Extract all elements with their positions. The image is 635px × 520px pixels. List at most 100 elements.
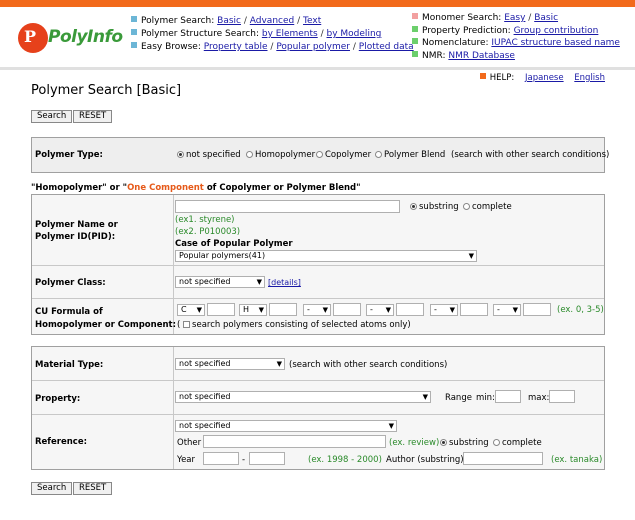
nav-monomer-search: Monomer Search: Easy / Basic [412, 12, 620, 25]
radio-icon [177, 151, 184, 158]
atom-count-5[interactable] [460, 303, 488, 316]
atom-select-5[interactable]: - ▼ [430, 304, 458, 316]
reference-other-example: (ex. review) [389, 438, 440, 448]
link-property-table[interactable]: Property table [204, 42, 268, 52]
property-section: Material Type: not specified ▼ (search wi… [31, 346, 605, 470]
reference-other-input[interactable] [203, 435, 386, 448]
link-group-contribution[interactable]: Group contribution [514, 26, 599, 36]
polymer-name-input[interactable] [175, 200, 400, 213]
radio-name-substring[interactable]: substring [410, 202, 459, 212]
details-link[interactable]: [details] [268, 278, 301, 287]
row-divider [32, 265, 604, 266]
link-popular-polymer[interactable]: Popular polymer [276, 42, 350, 52]
material-type-select[interactable]: not specified ▼ [175, 358, 285, 370]
logo-mark: P [18, 23, 48, 53]
atoms-only-checkbox[interactable]: ( search polymers consisting of selected… [177, 320, 411, 330]
row-divider [32, 380, 604, 381]
nav-right: Monomer Search: Easy / Basic Property Pr… [412, 12, 620, 62]
radio-icon [246, 151, 253, 158]
link-polymer-basic[interactable]: Basic [217, 16, 241, 26]
checkbox-icon [183, 321, 191, 328]
author-input[interactable] [463, 452, 543, 465]
row-divider [32, 298, 604, 299]
link-polymer-advanced[interactable]: Advanced [250, 16, 294, 26]
chevron-down-icon: ▼ [258, 306, 264, 314]
atom-count-2[interactable] [269, 303, 297, 316]
reset-button-bottom[interactable]: RESET [73, 482, 113, 495]
cu-formula-label-1: CU Formula of [35, 307, 103, 317]
year-example: (ex. 1998 - 2000) [308, 455, 382, 465]
atom-select-1[interactable]: C ▼ [177, 304, 205, 316]
radio-homopolymer[interactable]: Homopolymer [246, 150, 315, 160]
reset-button[interactable]: RESET [73, 110, 113, 123]
search-button-bottom[interactable]: Search [31, 482, 73, 495]
range-max-input[interactable] [549, 390, 575, 403]
atom-count-1[interactable] [207, 303, 235, 316]
link-polymer-text[interactable]: Text [303, 16, 321, 26]
reference-label: Reference: [35, 437, 87, 447]
search-button[interactable]: Search [31, 110, 73, 123]
bullet-icon [131, 42, 137, 48]
atom-count-3[interactable] [333, 303, 361, 316]
range-min-input[interactable] [495, 390, 521, 403]
property-label: Property: [35, 394, 81, 404]
atom-select-3[interactable]: - ▼ [303, 304, 331, 316]
radio-name-complete[interactable]: complete [463, 202, 512, 212]
header-divider [0, 67, 635, 70]
popular-polymer-select[interactable]: Popular polymers(41) ▼ [175, 250, 477, 262]
chevron-down-icon: ▼ [322, 306, 328, 314]
nav-easy-browse: Easy Browse: Property table / Popular po… [131, 41, 414, 54]
chevron-down-icon: ▼ [196, 306, 202, 314]
link-plotted-data[interactable]: Plotted data [359, 42, 414, 52]
atom-count-6[interactable] [523, 303, 551, 316]
chevron-down-icon: ▼ [449, 306, 455, 314]
atom-select-2[interactable]: H ▼ [239, 304, 267, 316]
radio-ref-complete[interactable]: complete [493, 438, 542, 448]
link-monomer-basic[interactable]: Basic [534, 13, 558, 23]
row-divider [32, 414, 604, 415]
atom-select-6[interactable]: - ▼ [493, 304, 521, 316]
popular-polymer-label: Case of Popular Polymer [175, 239, 293, 249]
nav-left: Polymer Search: Basic / Advanced / Text … [131, 15, 414, 54]
nav-polymer-search: Polymer Search: Basic / Advanced / Text [131, 15, 414, 28]
radio-ref-substring[interactable]: substring [440, 438, 489, 448]
material-type-label: Material Type: [35, 360, 104, 370]
polymer-class-select[interactable]: not specified ▼ [175, 276, 265, 288]
radio-polymer-blend[interactable]: Polymer Blend [375, 150, 445, 160]
year-from-input[interactable] [203, 452, 239, 465]
polyinfo-logo[interactable]: P PolyInfo [18, 21, 123, 55]
year-to-input[interactable] [249, 452, 285, 465]
link-nmr-database[interactable]: NMR Database [448, 51, 515, 61]
radio-copolymer[interactable]: Copolymer [316, 150, 371, 160]
nav-nomenclature: Nomenclature: IUPAC structure based name [412, 37, 620, 50]
top-accent-bar [0, 0, 635, 7]
link-by-elements[interactable]: by Elements [262, 29, 318, 39]
nav-structure-search: Polymer Structure Search: by Elements / … [131, 28, 414, 41]
link-iupac[interactable]: IUPAC structure based name [491, 38, 620, 48]
link-japanese[interactable]: Japanese [525, 73, 564, 83]
atom-count-4[interactable] [396, 303, 424, 316]
reference-select[interactable]: not specified ▼ [175, 420, 397, 432]
atom-select-4[interactable]: - ▼ [366, 304, 394, 316]
year-separator: - [242, 455, 246, 465]
bullet-icon [412, 13, 418, 19]
help-icon [479, 73, 486, 79]
link-by-modeling[interactable]: by Modeling [327, 29, 382, 39]
polymer-class-label: Polymer Class: [35, 278, 106, 288]
radio-icon [410, 203, 417, 210]
polymer-name-label-1: Polymer Name or [35, 220, 118, 230]
bullet-icon [412, 25, 418, 32]
radio-not-specified[interactable]: not specified [177, 150, 241, 160]
bullet-icon [412, 38, 418, 44]
property-select[interactable]: not specified ▼ [175, 391, 431, 403]
polymer-type-panel: Polymer Type: not specified Homopolymer … [31, 137, 609, 173]
author-example: (ex. tanaka) [551, 455, 603, 465]
chevron-down-icon: ▼ [385, 306, 391, 314]
link-english[interactable]: English [574, 73, 605, 83]
site-header: P PolyInfo Polymer Search: Basic / Advan… [0, 7, 635, 67]
polymer-name-label-2: Polymer ID(PID): [35, 232, 116, 242]
chevron-down-icon: ▼ [388, 422, 394, 430]
link-monomer-easy[interactable]: Easy [504, 13, 525, 23]
section-heading: "Homopolymer" or "One Component of Copol… [31, 183, 361, 193]
column-divider [173, 347, 174, 469]
